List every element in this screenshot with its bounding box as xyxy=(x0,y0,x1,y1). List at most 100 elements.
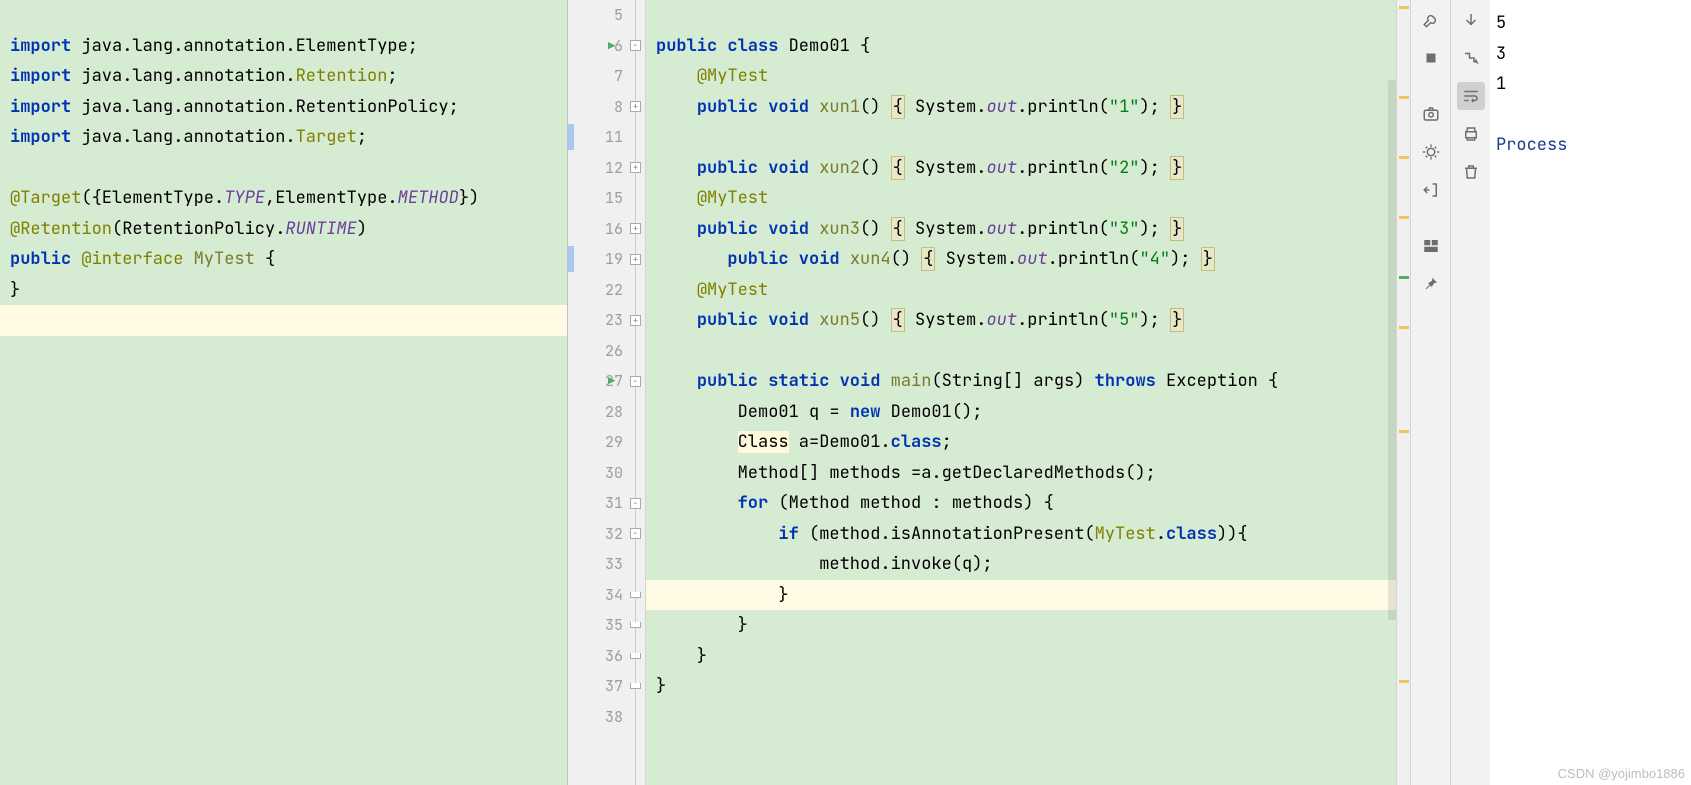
print-button[interactable] xyxy=(1457,120,1485,148)
gutter-line[interactable]: 27▶− xyxy=(568,366,645,397)
code-line[interactable]: @MyTest xyxy=(646,61,1396,92)
stripe-marker[interactable] xyxy=(1399,156,1409,159)
gutter-line[interactable]: 15 xyxy=(568,183,645,214)
code-line[interactable]: @Target({ElementType.TYPE,ElementType.ME… xyxy=(0,183,567,214)
gutter-line[interactable]: 28 xyxy=(568,397,645,428)
code-line[interactable]: for (Method method : methods) { xyxy=(646,488,1396,519)
wrap-button[interactable] xyxy=(1457,82,1485,110)
gutter-line[interactable]: 33 xyxy=(568,549,645,580)
code-line[interactable]: import java.lang.annotation.RetentionPol… xyxy=(0,92,567,123)
fold-icon[interactable]: − xyxy=(630,40,641,51)
fold-icon[interactable]: − xyxy=(630,498,641,509)
code-line[interactable]: } xyxy=(646,671,1396,702)
code-line[interactable]: Class a=Demo01.class; xyxy=(646,427,1396,458)
code-line[interactable] xyxy=(0,0,567,31)
gutter-line[interactable]: 32− xyxy=(568,519,645,550)
code-line[interactable]: Method[] methods =a.getDeclaredMethods()… xyxy=(646,458,1396,489)
stripe-marker[interactable] xyxy=(1399,96,1409,99)
layout-button[interactable] xyxy=(1417,232,1445,260)
code-line[interactable]: @MyTest xyxy=(646,183,1396,214)
code-line[interactable]: public static void main(String[] args) t… xyxy=(646,366,1396,397)
code-line[interactable]: } xyxy=(646,610,1396,641)
gutter-line[interactable]: 22 xyxy=(568,275,645,306)
console-output[interactable]: 531ProcessCSDN @yojimbo1886 xyxy=(1490,0,1691,785)
code-line[interactable]: method.invoke(q); xyxy=(646,549,1396,580)
pin-button[interactable] xyxy=(1417,270,1445,298)
line-number-gutter[interactable]: 56▶−78+1112+1516+19+2223+2627▶−28293031−… xyxy=(568,0,646,785)
code-line[interactable]: public void xun2() { System.out.println(… xyxy=(646,153,1396,184)
left-editor-pane[interactable]: import java.lang.annotation.ElementType;… xyxy=(0,0,568,785)
gutter-line[interactable]: 30 xyxy=(568,458,645,489)
fold-icon[interactable] xyxy=(630,683,641,689)
code-line[interactable]: } xyxy=(0,275,567,306)
code-line[interactable]: import java.lang.annotation.ElementType; xyxy=(0,31,567,62)
code-line[interactable]: } xyxy=(646,580,1396,611)
exit-button[interactable] xyxy=(1417,176,1445,204)
code-line[interactable] xyxy=(646,122,1396,153)
gutter-line[interactable]: 31− xyxy=(568,488,645,519)
code-line[interactable]: public @interface MyTest { xyxy=(0,244,567,275)
code-line[interactable] xyxy=(0,305,567,336)
camera-button[interactable] xyxy=(1417,100,1445,128)
code-line[interactable] xyxy=(646,0,1396,31)
stripe-marker[interactable] xyxy=(1399,6,1409,9)
fold-icon[interactable]: + xyxy=(630,162,641,173)
gutter-line[interactable]: 8+ xyxy=(568,92,645,123)
gutter-line[interactable]: 12+ xyxy=(568,153,645,184)
gutter-line[interactable]: 35 xyxy=(568,610,645,641)
wrench-button[interactable] xyxy=(1417,6,1445,34)
gutter-line[interactable]: 7 xyxy=(568,61,645,92)
stripe-marker[interactable] xyxy=(1399,326,1409,329)
down-button[interactable] xyxy=(1457,6,1485,34)
gutter-line[interactable]: 11 xyxy=(568,122,645,153)
code-line[interactable]: public void xun4() { System.out.println(… xyxy=(646,244,1396,275)
error-stripe[interactable] xyxy=(1396,0,1410,785)
gutter-line[interactable]: 5 xyxy=(568,0,645,31)
fold-icon[interactable] xyxy=(630,592,641,598)
square-button[interactable] xyxy=(1417,44,1445,72)
gutter-line[interactable]: 6▶− xyxy=(568,31,645,62)
gutter-line[interactable]: 34 xyxy=(568,580,645,611)
run-icon[interactable]: ▶ xyxy=(608,373,615,389)
fold-icon[interactable]: − xyxy=(630,528,641,539)
gutter-line[interactable]: 29 xyxy=(568,427,645,458)
stripe-marker[interactable] xyxy=(1399,680,1409,683)
fold-icon[interactable] xyxy=(630,653,641,659)
code-line[interactable] xyxy=(646,336,1396,367)
gutter-line[interactable]: 37 xyxy=(568,671,645,702)
fold-icon[interactable]: + xyxy=(630,101,641,112)
code-line[interactable]: public void xun3() { System.out.println(… xyxy=(646,214,1396,245)
code-line[interactable] xyxy=(0,153,567,184)
code-line[interactable]: } xyxy=(646,641,1396,672)
gutter-line[interactable]: 23+ xyxy=(568,305,645,336)
fold-icon[interactable]: − xyxy=(630,376,641,387)
gutter-line[interactable]: 38 xyxy=(568,702,645,733)
right-editor-pane[interactable]: public class Demo01 { @MyTest public voi… xyxy=(646,0,1396,785)
code-line[interactable] xyxy=(646,702,1396,733)
stripe-marker[interactable] xyxy=(1399,216,1409,219)
code-line[interactable]: public void xun5() { System.out.println(… xyxy=(646,305,1396,336)
code-line[interactable]: @MyTest xyxy=(646,275,1396,306)
code-line[interactable]: import java.lang.annotation.Retention; xyxy=(0,61,567,92)
code-line[interactable]: import java.lang.annotation.Target; xyxy=(0,122,567,153)
run-icon[interactable]: ▶ xyxy=(608,38,615,54)
fold-icon[interactable]: + xyxy=(630,254,641,265)
stripe-marker[interactable] xyxy=(1399,276,1409,279)
gutter-line[interactable]: 26 xyxy=(568,336,645,367)
fold-icon[interactable]: + xyxy=(630,315,641,326)
stripe-marker[interactable] xyxy=(1399,430,1409,433)
gutter-line[interactable]: 19+ xyxy=(568,244,645,275)
trash-button[interactable] xyxy=(1457,158,1485,186)
code-line[interactable]: if (method.isAnnotationPresent(MyTest.cl… xyxy=(646,519,1396,550)
code-line[interactable]: Demo01 q = new Demo01(); xyxy=(646,397,1396,428)
gutter-line[interactable]: 16+ xyxy=(568,214,645,245)
fold-icon[interactable]: + xyxy=(630,223,641,234)
code-line[interactable]: @Retention(RetentionPolicy.RUNTIME) xyxy=(0,214,567,245)
step-button[interactable] xyxy=(1457,44,1485,72)
scrollbar-thumb[interactable] xyxy=(1388,80,1396,620)
code-line[interactable]: public class Demo01 { xyxy=(646,31,1396,62)
gutter-line[interactable]: 36 xyxy=(568,641,645,672)
fold-icon[interactable] xyxy=(630,622,641,628)
bug-button[interactable] xyxy=(1417,138,1445,166)
code-line[interactable]: public void xun1() { System.out.println(… xyxy=(646,92,1396,123)
